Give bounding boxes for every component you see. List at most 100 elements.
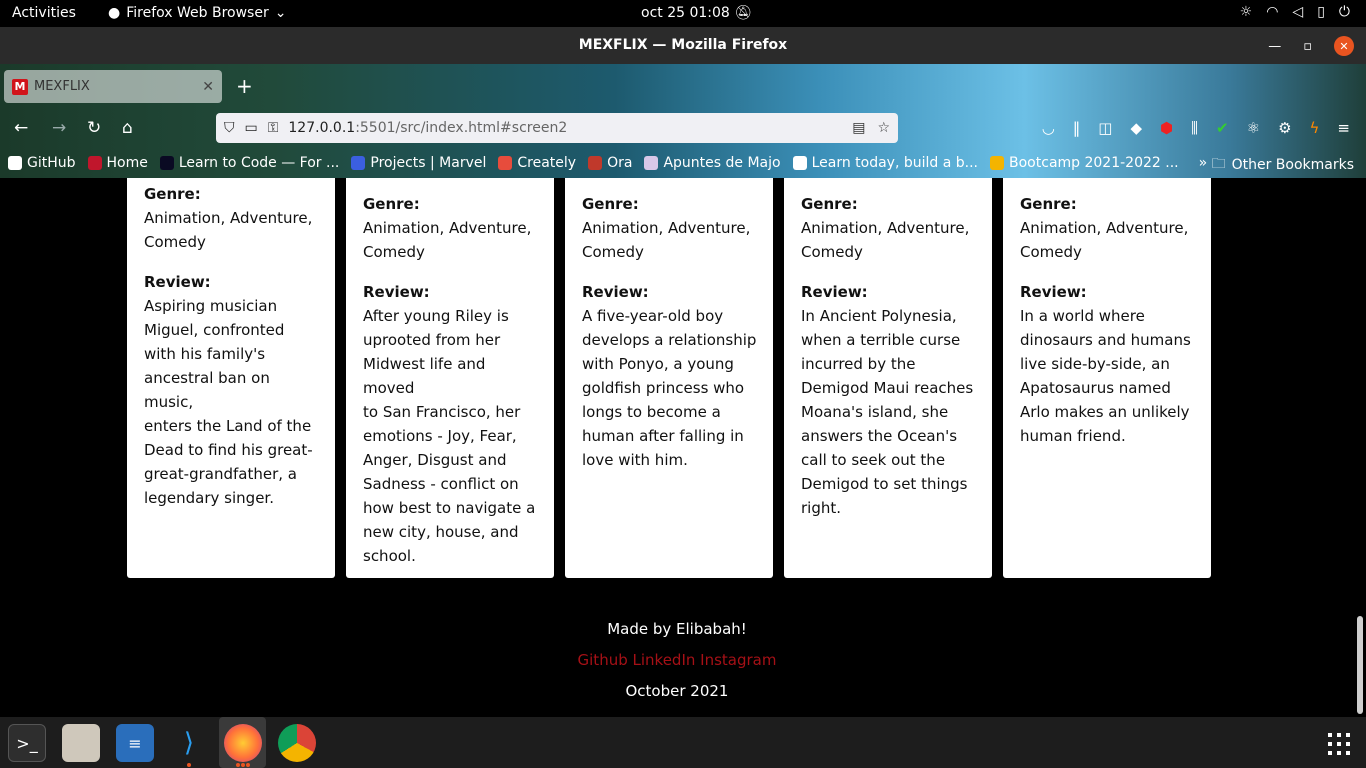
bookmark-label: Learn today, build a b... <box>811 155 979 171</box>
system-tray[interactable]: ☼ ◠ ◁ ▯ ⏻ <box>1240 4 1350 20</box>
sidebar-icon[interactable]: ◫ <box>1098 119 1112 137</box>
home-button[interactable]: ⌂ <box>122 118 133 138</box>
linkedin-link[interactable]: LinkedIn <box>633 651 696 669</box>
genre-line: Comedy <box>144 233 206 251</box>
forward-button[interactable]: → <box>52 118 66 138</box>
chrome-icon[interactable] <box>278 724 316 762</box>
folder-icon: 🗀 <box>1211 156 1226 172</box>
bookmark-item[interactable]: Apuntes de Majo <box>644 155 781 171</box>
genre-line: Animation, Adventure, <box>144 209 313 227</box>
activities-button[interactable]: Activities <box>12 5 76 21</box>
terminal-icon[interactable]: >_ <box>8 724 46 762</box>
bookmark-item[interactable]: Ora <box>588 155 632 171</box>
url-path: :5501/src/index.html#screen2 <box>355 120 568 136</box>
review-line: uprooted from her <box>363 331 501 349</box>
review-line: goldfish princess who <box>582 379 745 397</box>
unicorn-icon <box>644 156 659 170</box>
bookmark-item[interactable]: Projects | Marvel <box>351 155 486 171</box>
maximize-button[interactable]: ▫ <box>1303 39 1312 54</box>
footer-links: Github LinkedIn Instagram <box>0 651 1354 669</box>
genre-label: Genre: <box>801 195 858 213</box>
files-icon[interactable] <box>62 724 100 762</box>
review-line: love with him. <box>582 451 688 469</box>
marvel-icon <box>351 156 366 170</box>
firefox-icon[interactable] <box>224 724 262 762</box>
ublock-icon[interactable]: ⬢ <box>1160 119 1173 137</box>
reload-button[interactable]: ↻ <box>87 118 101 138</box>
bookmark-item[interactable]: GitHub <box>8 155 76 171</box>
review-line: when a terrible curse <box>801 331 961 349</box>
other-bookmarks-label: Other Bookmarks <box>1231 157 1354 173</box>
genre-line: Comedy <box>1020 243 1082 261</box>
creately-icon <box>498 156 513 170</box>
review-line: with Ponyo, a young <box>582 355 734 373</box>
review-line: develops a relationship <box>582 331 757 349</box>
review-line: longs to become a <box>582 403 721 421</box>
vscode-icon[interactable]: ⟩ <box>170 724 208 762</box>
bookmark-star-icon[interactable]: ☆ <box>877 120 890 136</box>
chevron-down-icon: ⌄ <box>274 5 287 21</box>
running-indicator <box>236 763 240 767</box>
review-line: great-grandfather, a <box>144 465 297 483</box>
footer-date: October 2021 <box>625 682 729 700</box>
extension-bolt-icon[interactable]: ϟ <box>1310 119 1320 137</box>
bookmark-item[interactable]: Learn to Code — For ... <box>159 155 340 171</box>
review-line: Midwest life and moved <box>363 355 486 397</box>
review-line: enters the Land of the <box>144 417 312 435</box>
key-icon[interactable]: ⚿ <box>268 120 279 136</box>
system-top-bar: Activities ● Firefox Web Browser ⌄ oct 2… <box>0 0 1366 27</box>
text-editor-icon[interactable]: ≡ <box>116 724 154 762</box>
scrollbar-thumb[interactable] <box>1357 616 1363 714</box>
review-line: Arlo makes an unlikely <box>1020 403 1190 421</box>
review-label: Review: <box>1020 283 1087 301</box>
instagram-link[interactable]: Instagram <box>700 651 776 669</box>
bookmark-item[interactable]: Creately <box>498 155 576 171</box>
bookmark-item[interactable]: Home <box>87 155 148 171</box>
shield-icon[interactable]: ⛉ <box>224 120 235 136</box>
review-line: incurred by the <box>801 355 916 373</box>
extension-bars-icon[interactable]: ⫼ <box>1191 119 1198 137</box>
bookmark-item[interactable]: Learn today, build a b... <box>792 155 979 171</box>
genre-line: Animation, Adventure, <box>363 219 532 237</box>
pocket-icon[interactable]: ◡ <box>1042 119 1055 137</box>
other-bookmarks[interactable]: 🗀 Other Bookmarks <box>1212 153 1354 177</box>
minimize-button[interactable]: — <box>1268 39 1281 54</box>
reader-view-icon[interactable]: ▤ <box>852 120 865 136</box>
running-indicator <box>187 763 191 767</box>
page-icon[interactable]: ▭ <box>245 120 258 136</box>
address-bar[interactable]: ⛉ ▭ ⚿ 127.0.0.1:5501/src/index.html#scre… <box>216 113 898 143</box>
review-line: new city, house, and <box>363 523 519 541</box>
review-line: answers the Ocean's <box>801 427 958 445</box>
bookmark-label: Learn to Code — For ... <box>178 155 340 171</box>
extension-dark-icon[interactable]: ◆ <box>1130 119 1142 137</box>
library-icon[interactable]: ‖ <box>1073 119 1081 137</box>
tab-mexflix[interactable]: M MEXFLIX ✕ <box>4 70 222 103</box>
new-tab-button[interactable]: + <box>236 74 253 98</box>
bell-off-icon: 🔕︎ <box>734 5 753 21</box>
extension-check-icon[interactable]: ✔ <box>1216 119 1229 137</box>
genre-line: Animation, Adventure, <box>801 219 970 237</box>
app-menu[interactable]: ● Firefox Web Browser ⌄ <box>108 5 286 21</box>
window-title: MEXFLIX — Mozilla Firefox <box>578 37 788 53</box>
gear-icon[interactable]: ⚙ <box>1278 119 1291 137</box>
review-line: Sadness - conflict on <box>363 475 519 493</box>
review-line: how best to navigate a <box>363 499 536 517</box>
grid-favicon-icon <box>792 156 807 170</box>
menu-icon[interactable]: ≡ <box>1337 119 1350 137</box>
show-applications-icon[interactable] <box>1328 733 1350 755</box>
close-tab-icon[interactable]: ✕ <box>202 79 214 95</box>
movie-card: Genre: Animation, Adventure, Comedy Revi… <box>784 178 992 578</box>
close-window-button[interactable]: ✕ <box>1334 36 1354 56</box>
review-line: Dead to find his great- <box>144 441 313 459</box>
genre-label: Genre: <box>363 195 420 213</box>
github-link[interactable]: Github <box>578 651 628 669</box>
react-devtools-icon[interactable]: ⚛ <box>1247 119 1260 137</box>
wifi-icon: ◠ <box>1266 4 1279 20</box>
chevron-more-icon[interactable]: » <box>1199 155 1208 171</box>
review-line: dinosaurs and humans <box>1020 331 1191 349</box>
clock[interactable]: oct 25 01:08 🔕︎ <box>641 5 752 21</box>
bookmark-item[interactable]: Bootcamp 2021-2022 ... <box>990 155 1179 171</box>
bookmark-label: GitHub <box>27 155 76 171</box>
back-button[interactable]: ← <box>14 118 28 138</box>
bookmark-label: Projects | Marvel <box>370 155 487 171</box>
